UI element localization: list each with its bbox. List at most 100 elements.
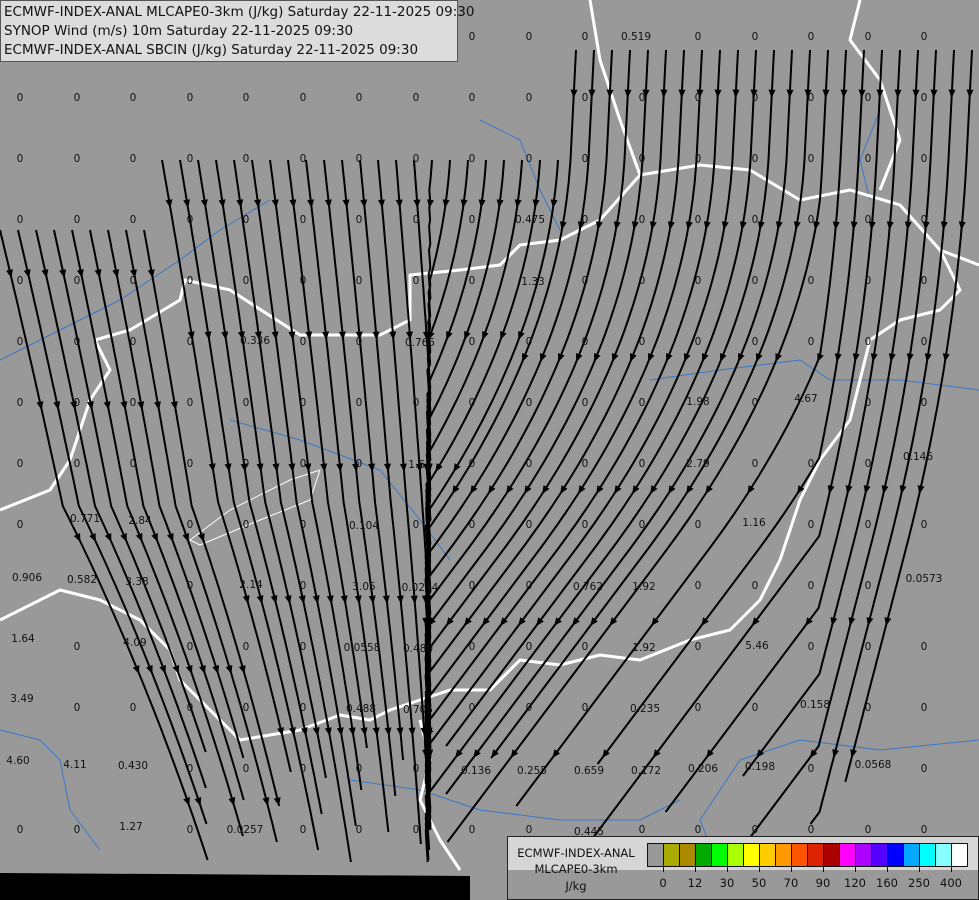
cape-zero-label: 0 <box>299 92 307 104</box>
title-sbcin: ECMWF-INDEX-ANAL SBCIN (J/kg) Saturday 2… <box>4 42 419 58</box>
cape-zero-label: 0 <box>638 458 646 470</box>
cape-zero-label: 0 <box>581 31 589 43</box>
cape-zero-label: 0 <box>920 336 928 348</box>
legend-swatch <box>728 844 744 866</box>
cape-zero-label: 0 <box>355 275 363 287</box>
arrowhead-icon <box>208 463 216 472</box>
cape-zero-label: 0 <box>751 336 759 348</box>
cape-zero-label: 0 <box>73 92 81 104</box>
cape-zero-label: 0 <box>468 275 476 287</box>
cape-value-label: 4.11 <box>63 759 87 771</box>
arrowhead-icon <box>558 353 565 362</box>
cape-value-label: 1.16 <box>742 517 766 529</box>
river <box>349 779 681 821</box>
title-synop-wind: SYNOP Wind (m/s) 10m Saturday 22-11-2025… <box>4 23 354 39</box>
cape-zero-label: 0 <box>468 397 476 409</box>
legend-swatch <box>760 844 776 866</box>
cape-zero-label: 0 <box>807 336 815 348</box>
arrowhead-icon <box>876 89 884 98</box>
cape-zero-label: 0 <box>864 519 872 531</box>
cape-zero-label: 0 <box>694 702 702 714</box>
arrowhead-icon <box>103 401 111 410</box>
arrowhead-icon <box>112 269 120 278</box>
cape-zero-label: 0 <box>412 824 420 836</box>
cape-zero-label: 0 <box>581 336 589 348</box>
cape-zero-label: 0 <box>242 763 250 775</box>
cape-value-label: 0.705 <box>402 704 434 716</box>
cape-zero-label: 0 <box>525 824 533 836</box>
arrowhead-icon <box>540 353 547 362</box>
cape-value-label: 0.519 <box>620 31 652 43</box>
streamline <box>71 229 244 837</box>
cape-zero-label: 0 <box>73 153 81 165</box>
cape-zero-label: 0 <box>242 519 250 531</box>
arrowhead-icon <box>500 331 507 340</box>
arrowhead-icon <box>624 89 632 98</box>
arrowhead-icon <box>238 665 246 674</box>
cape-zero-label: 0 <box>525 153 533 165</box>
arrowhead-icon <box>522 353 529 362</box>
legend-tick <box>887 866 888 872</box>
cape-zero-label: 0 <box>807 580 815 592</box>
cape-zero-label: 0 <box>242 92 250 104</box>
cape-zero-label: 0 <box>412 92 420 104</box>
cape-zero-label: 0 <box>186 763 194 775</box>
cape-value-label: 0.172 <box>630 765 662 777</box>
legend-tick-label: 160 <box>876 876 898 890</box>
title-mlcape: ECMWF-INDEX-ANAL MLCAPE0-3km (J/kg) Satu… <box>4 4 475 20</box>
arrowhead-icon <box>942 353 950 362</box>
cape-zero-label: 0 <box>920 31 928 43</box>
legend-swatch <box>904 844 920 866</box>
cape-zero-label: 0 <box>468 702 476 714</box>
cape-zero-label: 0 <box>751 702 759 714</box>
cape-zero-label: 0 <box>751 580 759 592</box>
legend-unit: J/kg <box>565 879 587 893</box>
wind-streamlines-layer <box>0 49 974 863</box>
arrowhead-icon <box>817 353 824 362</box>
cape-zero-label: 0 <box>694 153 702 165</box>
cape-zero-label: 0 <box>129 153 137 165</box>
arrowhead-icon <box>132 665 140 674</box>
cape-zero-label: 0 <box>186 519 194 531</box>
cape-zero-label: 0 <box>186 275 194 287</box>
cape-zero-label: 0 <box>16 824 24 836</box>
arrowhead-icon <box>702 353 709 362</box>
arrowhead-icon <box>630 353 637 362</box>
cape-zero-label: 0 <box>581 519 589 531</box>
arrowhead-icon <box>732 89 740 98</box>
cape-zero-label: 0 <box>864 153 872 165</box>
cape-zero-label: 0 <box>920 153 928 165</box>
cape-zero-label: 0 <box>242 153 250 165</box>
cape-zero-label: 0 <box>694 214 702 226</box>
legend-swatch <box>872 844 888 866</box>
cape-zero-label: 0 <box>299 519 307 531</box>
arrowhead-icon <box>720 353 727 362</box>
cape-zero-label: 0 <box>73 458 81 470</box>
arrowhead-icon <box>678 89 686 98</box>
cape-zero-label: 0 <box>864 824 872 836</box>
cape-zero-label: 0 <box>920 92 928 104</box>
cape-zero-label: 0 <box>468 641 476 653</box>
cape-zero-label: 0 <box>581 397 589 409</box>
legend-swatch <box>776 844 792 866</box>
cape-zero-label: 0 <box>299 275 307 287</box>
cape-zero-label: 0 <box>242 214 250 226</box>
river <box>0 729 101 851</box>
arrowhead-icon <box>446 331 453 340</box>
cape-zero-label: 0 <box>73 641 81 653</box>
cape-value-label: 0.582 <box>66 574 98 586</box>
arrowhead-icon <box>739 221 747 230</box>
cape-value-label: 0.198 <box>744 761 776 773</box>
arrowhead-icon <box>336 727 344 736</box>
cape-zero-label: 0 <box>751 824 759 836</box>
cape-zero-label: 0 <box>73 336 81 348</box>
cape-zero-label: 0 <box>129 397 137 409</box>
cape-zero-label: 0 <box>299 397 307 409</box>
arrowhead-icon <box>236 199 244 208</box>
cape-zero-label: 0 <box>920 275 928 287</box>
cape-value-label: 1.92 <box>632 642 656 654</box>
cape-zero-label: 0 <box>864 92 872 104</box>
cape-zero-label: 0 <box>751 458 759 470</box>
arrowhead-icon <box>649 221 657 230</box>
cape-zero-label: 0 <box>16 214 24 226</box>
